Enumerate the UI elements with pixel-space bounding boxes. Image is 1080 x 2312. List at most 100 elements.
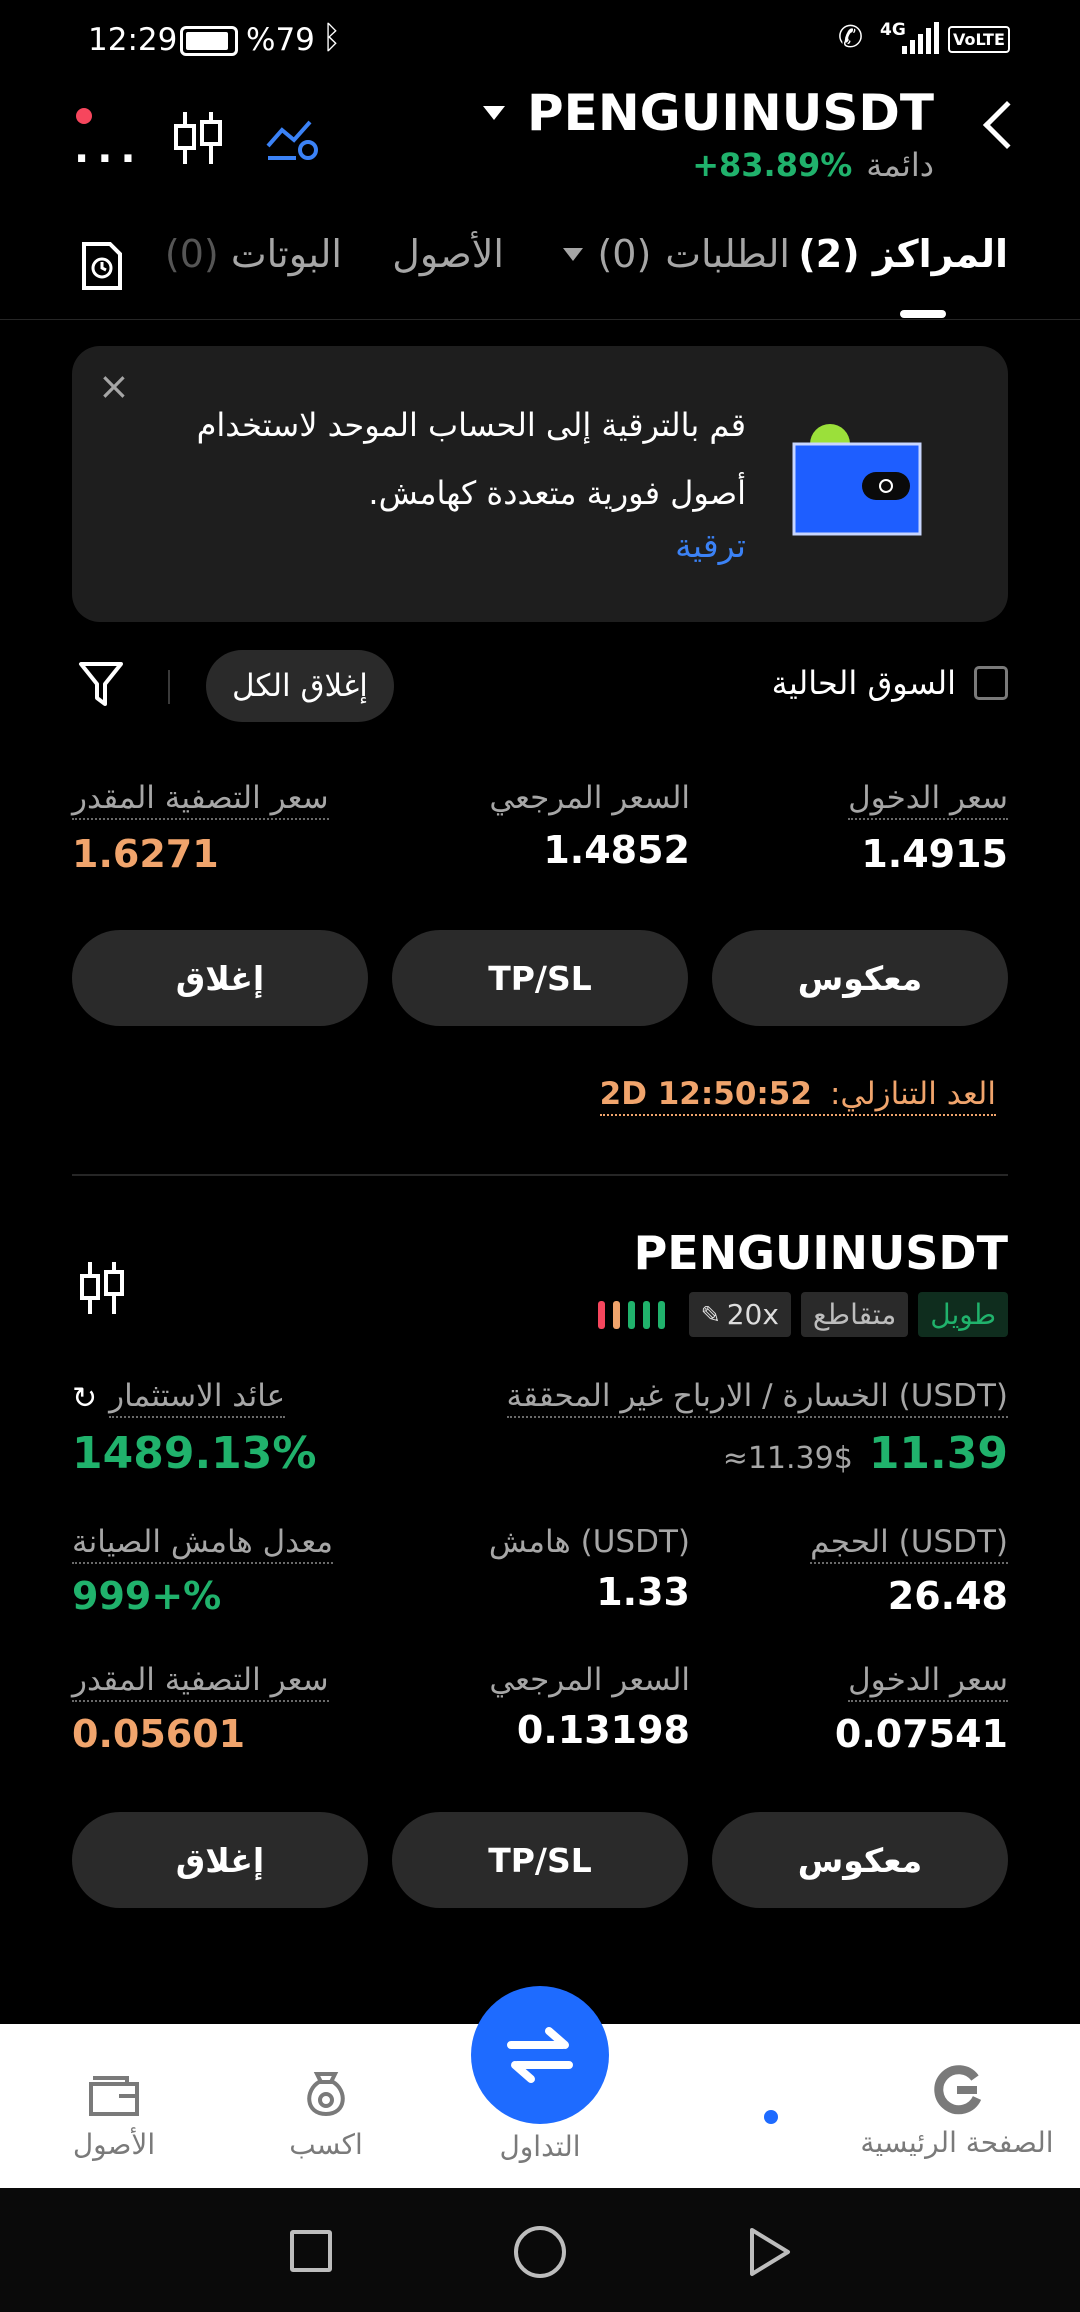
p1-entry: سعر الدخول 1.4915 <box>848 780 1008 876</box>
nav-assets-label: الأصول <box>72 2128 156 2161</box>
nav-earn[interactable]: اكسب <box>226 2068 426 2161</box>
phone-icon: ✆ <box>838 20 864 55</box>
position-card-1: سعر الدخول 1.4915 السعر المرجعي 1.4852 س… <box>0 780 1080 1180</box>
more-menu-icon[interactable]: ··· <box>74 136 144 182</box>
position-card-2: PENGUINUSDT طويل متقاطع ✎ 20x الخسارة / … <box>0 1226 1080 1916</box>
p2-mark-value: 0.13198 <box>516 1708 690 1752</box>
candlestick-chart-icon[interactable] <box>172 110 224 166</box>
bottom-nav: الصفحة الرئيسية التداول اكسب الأصول <box>0 1986 1080 2188</box>
p2-mmr-value: 999+% <box>72 1574 222 1618</box>
active-tab-indicator <box>900 310 946 318</box>
nav-home[interactable]: الصفحة الرئيسية <box>852 2064 1062 2159</box>
p2-candlestick-chart-icon[interactable] <box>78 1260 126 1316</box>
caret-down-icon <box>483 106 506 120</box>
tab-positions[interactable]: المراكز (2) <box>798 232 1008 276</box>
tag-leverage[interactable]: ✎ 20x <box>688 1292 791 1337</box>
symbol-selector[interactable]: PENGUINUSDT <box>483 84 934 142</box>
p2-mmr: معدل هامش الصيانة 999+% <box>72 1524 333 1618</box>
p2-roi-label: عائد الاستثمار <box>109 1378 286 1418</box>
status-bar: 12:29 %79 ᛒ ✆ 4G VoLTE <box>0 0 1080 80</box>
p2-pnl-approx: ≈11.39$ <box>722 1441 853 1476</box>
p2-entry-value: 0.07541 <box>834 1712 1008 1756</box>
close-all-button[interactable]: إغلاق الكل <box>206 650 394 722</box>
p2-reverse-button[interactable]: معكوس <box>712 1812 1008 1908</box>
tab-positions-label: المراكز <box>872 232 1008 276</box>
p2-size-value: 26.48 <box>887 1574 1008 1618</box>
p2-close-button[interactable]: إغلاق <box>72 1812 368 1908</box>
wallet-icon <box>89 2076 139 2116</box>
p2-liq-value: 0.05601 <box>72 1712 246 1756</box>
p2-liq: سعر التصفية المقدر 0.05601 <box>72 1662 329 1756</box>
close-all-label: إغلاق الكل <box>232 668 368 704</box>
volte-badge: VoLTE <box>948 26 1010 53</box>
p2-symbol: PENGUINUSDT <box>633 1226 1008 1280</box>
tab-bots[interactable]: البوتات (0) <box>165 232 342 276</box>
p2-tpsl-button[interactable]: TP/SL <box>392 1812 688 1908</box>
refresh-share-icon[interactable]: ↻ <box>72 1381 97 1416</box>
p1-entry-label: سعر الدخول <box>848 780 1008 820</box>
p1-tpsl-button[interactable]: TP/SL <box>392 930 688 1026</box>
divider <box>168 670 170 704</box>
p2-entry-label: سعر الدخول <box>848 1662 1008 1702</box>
filter-funnel-icon[interactable] <box>78 660 124 710</box>
section-divider <box>72 1174 1008 1176</box>
p1-liq-label: سعر التصفية المقدر <box>72 780 329 820</box>
symbol-title: PENGUINUSDT <box>527 84 934 142</box>
current-market-checkbox[interactable] <box>974 666 1008 700</box>
p1-liq: سعر التصفية المقدر 1.6271 <box>72 780 329 876</box>
p2-roi-value: 1489.13% <box>72 1428 317 1479</box>
banner-line-2: أصول فورية متعددة كهامش. <box>368 474 746 512</box>
back-chevron-icon[interactable] <box>982 100 1032 150</box>
tag-cross: متقاطع <box>800 1292 909 1337</box>
analysis-icon[interactable] <box>266 116 322 162</box>
banner-line-1: قم بالترقية إلى الحساب الموحد لاستخدام <box>196 406 746 444</box>
recents-square-icon[interactable] <box>290 2230 332 2272</box>
nav-trade-fab[interactable] <box>471 1986 609 2124</box>
symbol-subline: +83.89% دائمة <box>692 146 934 184</box>
p1-reverse-button[interactable]: معكوس <box>712 930 1008 1026</box>
p1-entry-value: 1.4915 <box>861 832 1008 876</box>
p2-pnl-label: الخسارة / الارباح غير المحققة (USDT) <box>506 1378 1008 1418</box>
p2-liq-label: سعر التصفية المقدر <box>72 1662 329 1702</box>
caret-down-icon <box>563 247 584 261</box>
upgrade-banner: × قم بالترقية إلى الحساب الموحد لاستخدام… <box>72 346 1008 622</box>
edit-pencil-icon: ✎ <box>700 1300 721 1329</box>
swap-icon <box>507 2027 573 2083</box>
current-market-label: السوق الحالية <box>771 664 956 702</box>
tab-bots-label: البوتات <box>230 232 342 276</box>
banner-text: قم بالترقية إلى الحساب الموحد لاستخدام أ… <box>126 388 746 530</box>
nav-earn-label: اكسب <box>289 2128 363 2161</box>
current-market-toggle[interactable]: السوق الحالية <box>772 664 1008 702</box>
tab-assets-label: الأصول <box>392 232 504 276</box>
nav-trade-label[interactable]: التداول <box>440 2130 640 2163</box>
change-percent: +83.89% <box>692 146 853 184</box>
tab-assets[interactable]: الأصول <box>392 232 504 276</box>
p1-liq-value: 1.6271 <box>72 832 219 876</box>
p2-pnl-values: 11.39 ≈11.39$ <box>507 1428 1008 1479</box>
upgrade-link[interactable]: ترقية <box>675 526 746 565</box>
filter-row: السوق الحالية إغلاق الكل <box>0 646 1080 726</box>
p1-close-button[interactable]: إغلاق <box>72 930 368 1026</box>
signal-icon <box>902 22 939 54</box>
system-nav-bar <box>0 2188 1080 2312</box>
nav-assets[interactable]: الأصول <box>14 2068 214 2161</box>
p1-countdown-value: 2D 12:50:52 <box>599 1076 812 1112</box>
p2-margin: هامش (USDT) 1.33 <box>489 1524 690 1614</box>
p2-mark-label: السعر المرجعي <box>489 1662 690 1698</box>
back-triangle-icon[interactable] <box>748 2226 792 2278</box>
home-circle-icon[interactable] <box>514 2226 566 2278</box>
p2-size: الحجم (USDT) 26.48 <box>810 1524 1008 1618</box>
bluetooth-icon: ᛒ <box>322 18 342 56</box>
p2-tags: طويل متقاطع ✎ 20x <box>597 1292 1008 1337</box>
status-time: 12:29 <box>88 22 178 58</box>
p2-margin-value: 1.33 <box>596 1570 690 1614</box>
home-logo-icon <box>934 2065 982 2115</box>
dot-icon <box>764 2110 778 2124</box>
p2-margin-label: هامش (USDT) <box>488 1524 690 1560</box>
p2-pnl-value: 11.39 <box>868 1428 1008 1479</box>
battery-icon <box>180 26 238 56</box>
tab-orders[interactable]: الطلبات (0) <box>563 232 790 276</box>
battery-percent: %79 <box>246 22 315 58</box>
history-document-icon[interactable] <box>80 240 124 292</box>
p1-mark: السعر المرجعي 1.4852 <box>489 780 690 872</box>
